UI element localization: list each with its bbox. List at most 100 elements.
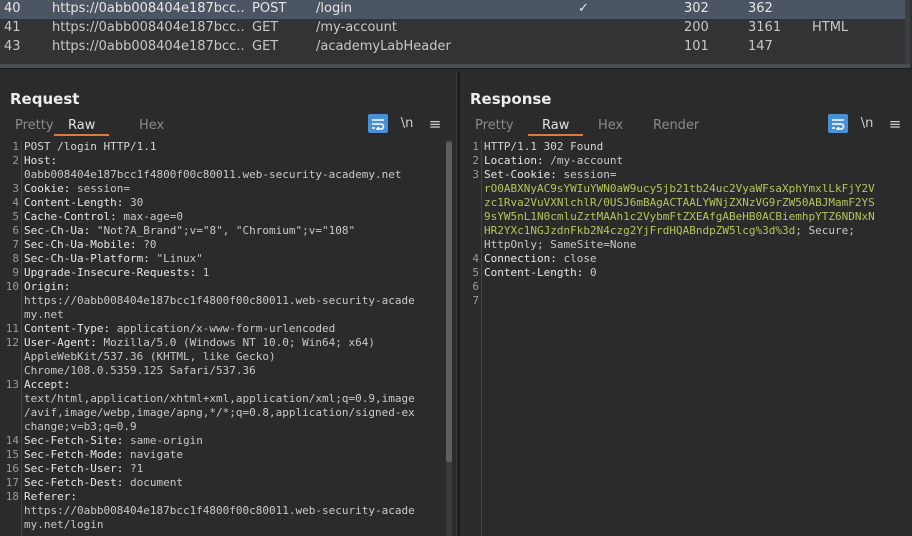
tab-raw[interactable]: Raw	[528, 116, 584, 136]
request-title: Request	[10, 90, 80, 108]
row-number: 41	[4, 20, 21, 35]
code-line: HTTP/1.1 302 Found	[484, 140, 603, 154]
header-value: same-origin	[123, 434, 203, 447]
line-number: 7	[12, 238, 19, 251]
row-url: /academyLabHeader	[316, 39, 451, 54]
history-row[interactable]: 40 https://0abb008404e187bcc... POST /lo…	[0, 0, 910, 19]
code-line: Location: /my-account	[484, 154, 623, 168]
code-line: POST /login HTTP/1.1	[24, 140, 156, 154]
header-value: "Linux"	[149, 252, 203, 265]
code-line-continuation: 0abb008404e187bcc1f4800f00c80011.web-sec…	[24, 168, 402, 181]
http-history-table: 40 https://0abb008404e187bcc... POST /lo…	[0, 0, 912, 68]
tab-hex[interactable]: Hex	[598, 116, 623, 135]
row-url: /login	[316, 1, 353, 16]
code-line: Content-Length: 0	[484, 266, 597, 280]
history-row[interactable]: 43 https://0abb008404e187bcc... GET /aca…	[0, 38, 910, 57]
code-line: Sec-Ch-Ua: "Not?A_Brand";v="8", "Chromiu…	[24, 224, 355, 238]
line-number: 7	[472, 294, 479, 307]
cookie-value: HR2YXc1NGJzdnFkb2N4czg2YjFrdHQABndpZW5lc…	[484, 224, 796, 237]
cookie-attributes: ; Secure;	[795, 224, 855, 237]
header-value: /my-account	[543, 154, 624, 167]
line-number: 12	[5, 336, 19, 349]
header-name: Upgrade-Insecure-Requests:	[24, 266, 197, 279]
line-number: 2	[12, 154, 19, 167]
scroll-thumb[interactable]	[446, 142, 452, 462]
header-value: 30	[123, 196, 144, 209]
history-row[interactable]: 41 https://0abb008404e187bcc... GET /my-…	[0, 19, 910, 38]
menu-icon[interactable]: ≡	[426, 114, 444, 133]
code-line: Origin:	[24, 280, 70, 294]
header-value: ?0	[136, 238, 157, 251]
word-wrap-icon[interactable]	[368, 114, 388, 133]
code-line-continuation: my.net/login	[24, 518, 104, 531]
code-line: Cookie: session=	[24, 182, 130, 196]
newline-toggle[interactable]: \n	[858, 114, 876, 133]
code-line: Host:	[24, 154, 57, 168]
header-value: application/x-www-form-urlencoded	[110, 322, 336, 335]
header-name: Content-Length:	[484, 266, 584, 279]
row-mime: HTML	[812, 20, 849, 35]
code-line: Sec-Fetch-Site: same-origin	[24, 434, 203, 448]
header-value: ?1	[123, 462, 144, 475]
word-wrap-icon[interactable]	[828, 114, 848, 133]
row-url: /my-account	[316, 20, 397, 35]
tab-render[interactable]: Render	[653, 116, 699, 135]
line-number: 15	[5, 448, 19, 461]
request-editor[interactable]: 1 2 3 4 5 6 7 8 9 10 11 12 13 14 15 16 17 18 POST /login …	[0, 140, 446, 536]
line-number: 3	[12, 182, 19, 195]
history-vertical-scrollbar[interactable]	[905, 0, 910, 66]
line-gutter: 123 4567	[460, 140, 482, 536]
code-line: Sec-Fetch-Dest: document	[24, 476, 183, 490]
tab-pretty[interactable]: Pretty	[475, 116, 514, 135]
response-toolbar: \n ≡	[828, 114, 912, 134]
code-line: Sec-Fetch-Mode: navigate	[24, 448, 183, 462]
row-edited-check: ✓	[578, 1, 589, 16]
request-panel: Request Pretty Raw Hex \n ≡ 1 2 3 4 5 6 7 8 9 10 1…	[0, 72, 456, 536]
row-number: 43	[4, 39, 21, 54]
response-editor[interactable]: 123 4567 HTTP/1.1 302 Found Location: /my-…	[460, 140, 906, 536]
header-name: Sec-Fetch-User:	[24, 462, 124, 475]
code-line: Cache-Control: max-age=0	[24, 210, 183, 224]
tab-raw[interactable]: Raw	[54, 116, 110, 136]
request-toolbar: \n ≡	[368, 114, 452, 134]
code-line: Sec-Ch-Ua-Mobile: ?0	[24, 238, 156, 252]
cookie-value: rO0ABXNyAC9sYWIuYWN0aW9ucy5jb21tb24uc2Vy…	[484, 182, 875, 195]
row-status: 200	[684, 20, 709, 35]
header-name: Sec-Fetch-Dest:	[24, 476, 124, 489]
row-host: https://0abb008404e187bcc...	[52, 39, 244, 54]
tab-pretty[interactable]: Pretty	[15, 116, 54, 135]
header-value: document	[123, 476, 183, 489]
menu-icon[interactable]: ≡	[886, 114, 904, 133]
response-title: Response	[470, 90, 552, 108]
header-name: Sec-Ch-Ua-Platform:	[24, 252, 150, 265]
line-text: HTTP/1.1 302 Found	[484, 140, 604, 153]
header-name: Origin:	[24, 280, 71, 293]
line-number: 5	[12, 210, 19, 223]
row-number: 40	[4, 1, 21, 16]
line-number: 9	[12, 266, 19, 279]
header-name: Referer:	[24, 490, 77, 503]
row-length: 362	[748, 1, 773, 16]
code-line: Sec-Fetch-User: ?1	[24, 462, 143, 476]
row-method: GET	[252, 39, 279, 54]
header-name: Content-Length:	[24, 196, 124, 209]
newline-toggle[interactable]: \n	[398, 114, 416, 133]
row-length: 147	[748, 39, 773, 54]
header-name: Host:	[24, 154, 58, 167]
row-status: 302	[684, 1, 709, 16]
code-line-continuation: /avif,image/webp,image/apng,*/*;q=0.8,ap…	[24, 406, 415, 419]
tab-hex[interactable]: Hex	[139, 116, 164, 135]
header-name: Cache-Control:	[24, 210, 117, 223]
line-number: 3	[472, 168, 479, 181]
line-number: 17	[5, 476, 19, 489]
request-scrollbar[interactable]	[446, 140, 452, 536]
header-name: Sec-Ch-Ua-Mobile:	[24, 238, 137, 251]
code-line: Referer:	[24, 490, 77, 504]
line-number: 14	[5, 434, 19, 447]
line-number: 16	[5, 462, 19, 475]
header-value: session=	[556, 168, 617, 181]
row-host: https://0abb008404e187bcc...	[52, 20, 244, 35]
code-line: Content-Type: application/x-www-form-url…	[24, 322, 335, 336]
header-name: Sec-Fetch-Mode:	[24, 448, 124, 461]
line-number: 11	[5, 322, 19, 335]
